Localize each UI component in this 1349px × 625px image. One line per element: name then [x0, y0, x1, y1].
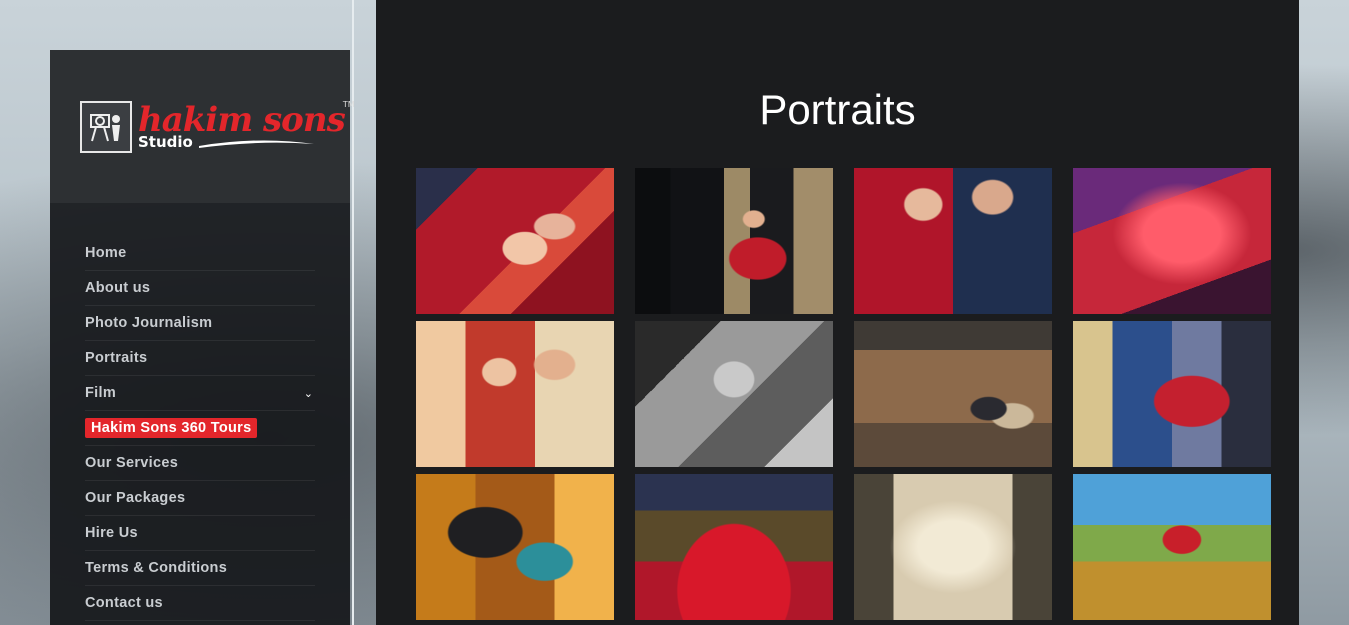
brand-name: hakim sons: [138, 100, 346, 140]
main-content: Portraits: [376, 0, 1299, 625]
gallery-image[interactable]: [635, 168, 833, 314]
nav-item-hire-us[interactable]: Hire Us: [85, 516, 315, 551]
camera-man-icon: [80, 100, 132, 153]
gallery-image[interactable]: [635, 474, 833, 620]
nav-item-photo-journalism[interactable]: Photo Journalism: [85, 306, 315, 341]
nav-item-label: Terms & Conditions: [85, 560, 228, 576]
nav-item-label: Our Packages: [85, 490, 186, 506]
nav-item-our-packages[interactable]: Our Packages: [85, 481, 315, 516]
nav-item-label: Hire Us: [85, 525, 138, 541]
gallery-image[interactable]: [1073, 474, 1271, 620]
nav-item-label: About us: [85, 280, 151, 296]
nav-item-label: Our Services: [85, 455, 179, 471]
nav-item-label: Contact us: [85, 595, 163, 611]
portrait-gallery: [416, 168, 1271, 620]
nav-item-label: Portraits: [85, 350, 148, 366]
nav-item-label: Photo Journalism: [85, 315, 213, 331]
nav-item-360-tours[interactable]: Hakim Sons 360 Tours: [85, 411, 315, 446]
gallery-image[interactable]: [854, 474, 1052, 620]
gallery-image[interactable]: [635, 321, 833, 467]
sidebar: hakim sons TM Studio Home About us Photo…: [50, 50, 355, 625]
nav-item-label: Film: [85, 385, 117, 401]
gallery-image[interactable]: [854, 321, 1052, 467]
logo-swoosh-icon: [198, 139, 314, 148]
nav-item-label: Home: [85, 245, 127, 261]
main-nav: Home About us Photo Journalism Portraits…: [85, 236, 315, 621]
nav-item-contact-us[interactable]: Contact us: [85, 586, 315, 621]
nav-item-terms[interactable]: Terms & Conditions: [85, 551, 315, 586]
brand-subtitle: Studio: [138, 135, 345, 150]
logo-area: hakim sons TM Studio: [50, 50, 355, 203]
nav-item-our-services[interactable]: Our Services: [85, 446, 315, 481]
gallery-image[interactable]: [1073, 321, 1271, 467]
gallery-image[interactable]: [854, 168, 1052, 314]
chevron-down-icon[interactable]: ⌄: [304, 387, 313, 400]
nav-item-film[interactable]: Film ⌄: [85, 376, 315, 411]
nav-item-label-highlight: Hakim Sons 360 Tours: [85, 418, 258, 438]
nav-item-about-us[interactable]: About us: [85, 271, 315, 306]
nav-item-portraits[interactable]: Portraits: [85, 341, 315, 376]
gallery-image[interactable]: [1073, 168, 1271, 314]
gallery-image[interactable]: [416, 474, 614, 620]
trademark-mark: TM: [342, 100, 355, 109]
gallery-image[interactable]: [416, 321, 614, 467]
brand-subtitle-text: Studio: [138, 133, 193, 151]
page-title: Portraits: [759, 86, 916, 134]
gallery-image[interactable]: [416, 168, 614, 314]
background-divider: [352, 0, 354, 625]
nav-item-home[interactable]: Home: [85, 236, 315, 271]
site-logo[interactable]: hakim sons TM Studio: [80, 100, 355, 153]
